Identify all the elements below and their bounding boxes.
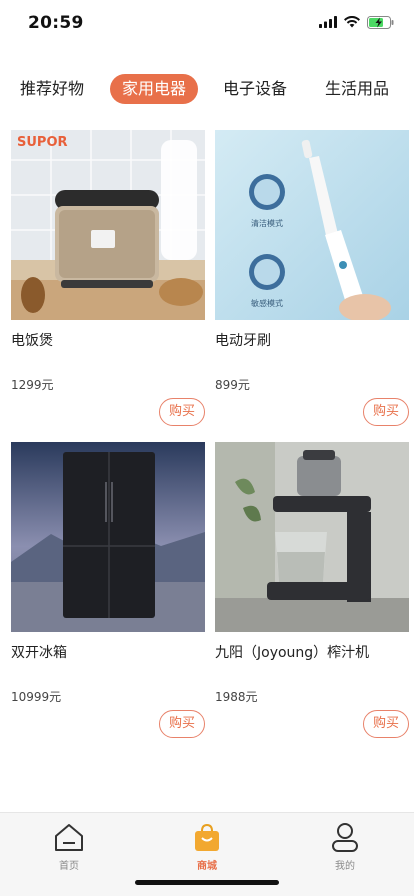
buy-button[interactable]: 购买 [159,710,205,738]
shopping-bag-icon [195,823,219,851]
category-tabs: 推荐好物 家用电器 电子设备 生活用品 [0,68,414,110]
buy-button[interactable]: 购买 [363,398,409,426]
product-price: 899元 [215,378,250,392]
product-card-rice-cooker[interactable]: SUPOR 电饭煲 1299元 购买 [11,120,205,430]
product-name: 电饭煲 [11,333,53,349]
product-name: 双开冰箱 [11,645,67,661]
product-price: 10999元 [11,690,62,704]
buy-button[interactable]: 购买 [363,710,409,738]
product-card-electric-toothbrush[interactable]: 清洁模式 敏感模式 电动牙刷 899元 购买 [215,120,409,430]
supor-logo: SUPOR [17,135,68,150]
wifi-icon [344,16,360,28]
home-icon [55,824,83,851]
rice-cooker-image: SUPOR [11,130,205,320]
tab-recommended[interactable]: 推荐好物 [20,74,84,104]
tab-daily-goods[interactable]: 生活用品 [325,74,389,104]
electric-toothbrush-image: 清洁模式 敏感模式 [215,130,409,320]
buy-button[interactable]: 购买 [159,398,205,426]
user-icon [332,823,358,852]
nav-mall-label: 商城 [197,861,217,872]
product-price: 1988元 [215,690,258,704]
tab-home-appliances[interactable]: 家用电器 [110,74,199,104]
sensitive-mode-label: 敏感模式 [251,298,283,308]
product-price: 1299元 [11,378,54,392]
product-name: 电动牙刷 [215,333,271,349]
status-time: 20:59 [28,13,84,33]
clean-mode-label: 清洁模式 [251,218,283,228]
nav-home[interactable]: 首页 [39,819,99,872]
status-icons [319,14,394,30]
fridge-image [11,442,205,632]
product-name: 九阳（Joyoung）榨汁机 [215,645,370,661]
nav-profile-label: 我的 [335,861,355,872]
nav-home-label: 首页 [59,861,79,872]
battery-charging-icon [367,15,394,29]
nav-mall[interactable]: 商城 [177,819,237,872]
nav-profile[interactable]: 我的 [315,819,375,872]
product-card-juicer[interactable]: 九阳（Joyoung）榨汁机 1988元 购买 [215,432,409,742]
home-indicator [135,880,279,885]
signal-icon [319,16,337,28]
tab-electronics[interactable]: 电子设备 [223,74,287,104]
juicer-image [215,442,409,632]
product-card-fridge[interactable]: 双开冰箱 10999元 购买 [11,432,205,742]
status-bar: 20:59 [0,0,414,48]
